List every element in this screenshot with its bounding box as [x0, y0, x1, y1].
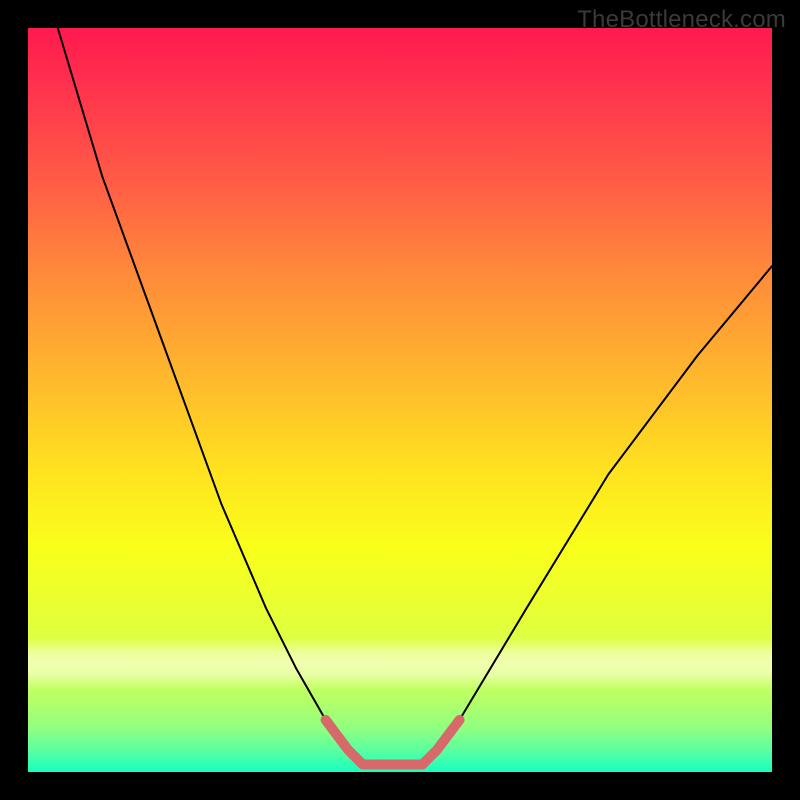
- watermark-text: TheBottleneck.com: [577, 6, 786, 34]
- chart-frame: TheBottleneck.com: [0, 0, 800, 800]
- series-bottleneck-curve: [58, 28, 772, 765]
- plot-area: [28, 28, 772, 772]
- series-optimal-zone-highlight: [326, 720, 460, 765]
- series-group: [58, 28, 772, 765]
- chart-svg: [28, 28, 772, 772]
